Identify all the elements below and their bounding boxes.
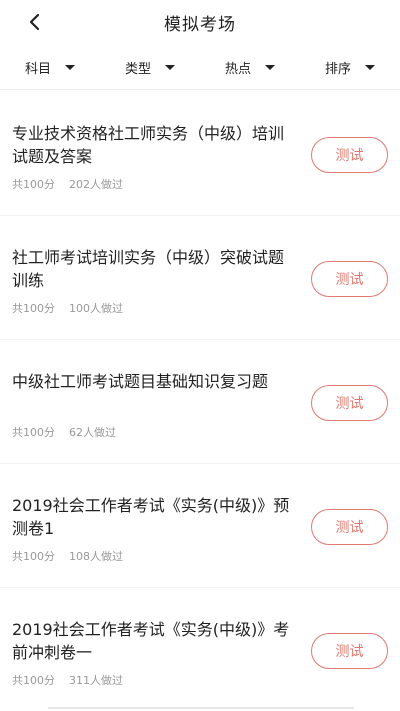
test-button[interactable]: 测试 <box>311 509 388 545</box>
filter-label: 排序 <box>324 61 351 77</box>
exam-meta: 共100分 108人做过 <box>12 548 123 564</box>
page-title: 模拟考场 <box>164 15 236 35</box>
app-header: 模拟考场 <box>0 0 400 44</box>
caret-down-icon <box>165 64 175 70</box>
exam-total-score: 共100分 <box>12 178 55 191</box>
caret-down-icon <box>265 64 275 70</box>
filter-subject[interactable]: 科目 <box>0 44 100 90</box>
exam-title: 2019社会工作者考试《实务(中级)》考前冲刺卷一 <box>12 620 290 662</box>
exam-taken-count: 100人做过 <box>69 302 123 315</box>
list-item[interactable]: 专业技术资格社工师实务（中级）培训试题及答案 共100分 202人做过 测试 <box>0 92 400 216</box>
exam-total-score: 共100分 <box>12 674 55 687</box>
filter-label: 类型 <box>124 61 151 77</box>
caret-down-icon <box>365 64 375 70</box>
exam-meta: 共100分 311人做过 <box>12 672 123 688</box>
exam-title: 中级社工师考试题目基础知识复习题 <box>12 372 269 391</box>
exam-meta: 共100分 100人做过 <box>12 300 123 316</box>
test-button[interactable]: 测试 <box>311 261 388 297</box>
caret-down-icon <box>65 64 75 70</box>
filter-label: 热点 <box>224 61 251 77</box>
filter-type[interactable]: 类型 <box>100 44 200 90</box>
filter-sort[interactable]: 排序 <box>300 44 400 90</box>
exam-title: 社工师考试培训实务（中级）突破试题训练 <box>12 248 285 290</box>
exam-taken-count: 62人做过 <box>69 426 116 439</box>
filter-bar: 科目 类型 热点 排序 <box>0 44 400 90</box>
list-item[interactable]: 2019社会工作者考试《实务(中级)》考前冲刺卷一 共100分 311人做过 测试 <box>0 588 400 711</box>
list-item[interactable]: 中级社工师考试题目基础知识复习题 共100分 62人做过 测试 <box>0 340 400 464</box>
exam-total-score: 共100分 <box>12 550 55 563</box>
exam-title: 2019社会工作者考试《实务(中级)》预测卷1 <box>12 496 290 538</box>
test-button[interactable]: 测试 <box>311 633 388 669</box>
exam-taken-count: 108人做过 <box>69 550 123 563</box>
exam-total-score: 共100分 <box>12 426 55 439</box>
filter-hot[interactable]: 热点 <box>200 44 300 90</box>
list-item[interactable]: 2019社会工作者考试《实务(中级)》预测卷1 共100分 108人做过 测试 <box>0 464 400 588</box>
home-indicator <box>48 707 354 709</box>
exam-title: 专业技术资格社工师实务（中级）培训试题及答案 <box>12 124 285 166</box>
filter-label: 科目 <box>24 61 51 77</box>
test-button[interactable]: 测试 <box>311 385 388 421</box>
exam-taken-count: 311人做过 <box>69 674 123 687</box>
exam-total-score: 共100分 <box>12 302 55 315</box>
exam-list: 专业技术资格社工师实务（中级）培训试题及答案 共100分 202人做过 测试 社工… <box>0 92 400 711</box>
test-button[interactable]: 测试 <box>311 137 388 173</box>
exam-taken-count: 202人做过 <box>69 178 123 191</box>
exam-meta: 共100分 202人做过 <box>12 176 123 192</box>
list-item[interactable]: 社工师考试培训实务（中级）突破试题训练 共100分 100人做过 测试 <box>0 216 400 340</box>
exam-meta: 共100分 62人做过 <box>12 424 116 440</box>
